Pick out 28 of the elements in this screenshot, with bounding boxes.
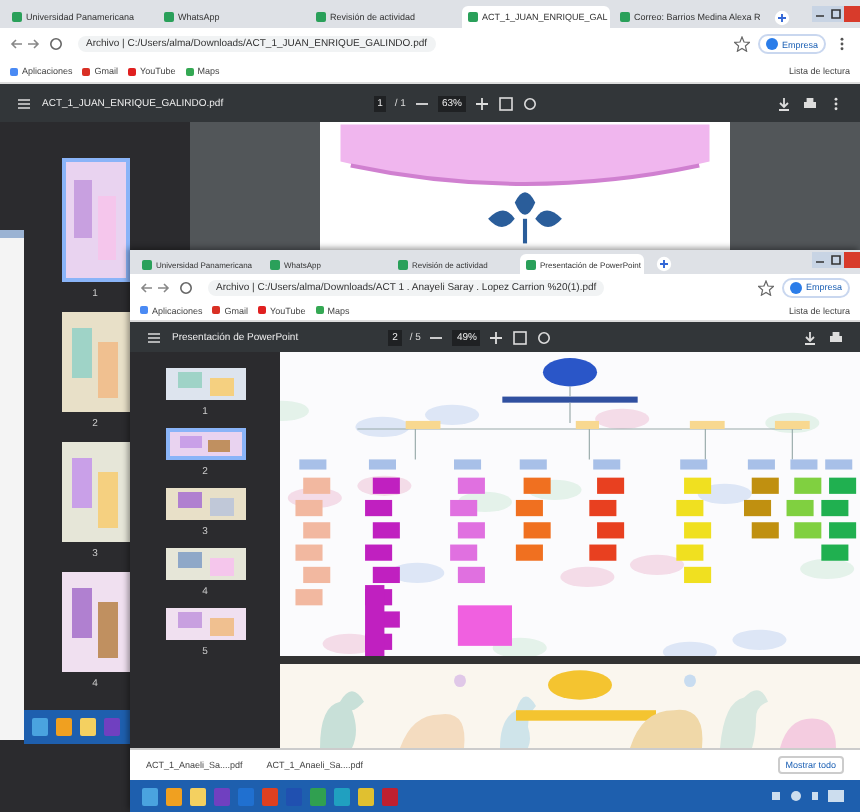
star-icon[interactable] <box>733 36 750 52</box>
page-thumbnail[interactable] <box>61 312 129 412</box>
star-icon[interactable] <box>757 279 774 295</box>
fit-page-icon[interactable] <box>512 329 529 345</box>
window-controls-icon[interactable] <box>812 6 860 22</box>
menu-icon[interactable] <box>16 95 32 111</box>
new-tab-icon[interactable] <box>656 256 672 272</box>
page-thumbnail[interactable] <box>165 428 245 460</box>
zoom-in-icon[interactable] <box>473 95 490 111</box>
page-thumbnail[interactable] <box>165 608 245 640</box>
page-thumbnail[interactable] <box>61 442 129 542</box>
page-thumbnail[interactable] <box>61 572 129 672</box>
menu-icon[interactable] <box>146 329 162 345</box>
system-tray-icon[interactable] <box>768 788 848 804</box>
page-thumbnail[interactable] <box>165 368 245 400</box>
page-thumbnail[interactable] <box>165 488 245 520</box>
window-controls-icon[interactable] <box>812 252 860 268</box>
fit-page-icon[interactable] <box>497 95 514 111</box>
rotate-icon[interactable] <box>536 329 553 345</box>
zoom-in-icon[interactable] <box>488 329 505 345</box>
new-tab-icon[interactable] <box>774 10 790 26</box>
download-icon[interactable] <box>776 95 792 111</box>
page-thumbnail[interactable] <box>165 548 245 580</box>
rotate-icon[interactable] <box>521 95 538 111</box>
download-icon[interactable] <box>802 329 818 345</box>
page-thumbnail[interactable] <box>61 158 129 282</box>
print-icon[interactable] <box>828 329 844 345</box>
print-icon[interactable] <box>802 95 818 111</box>
